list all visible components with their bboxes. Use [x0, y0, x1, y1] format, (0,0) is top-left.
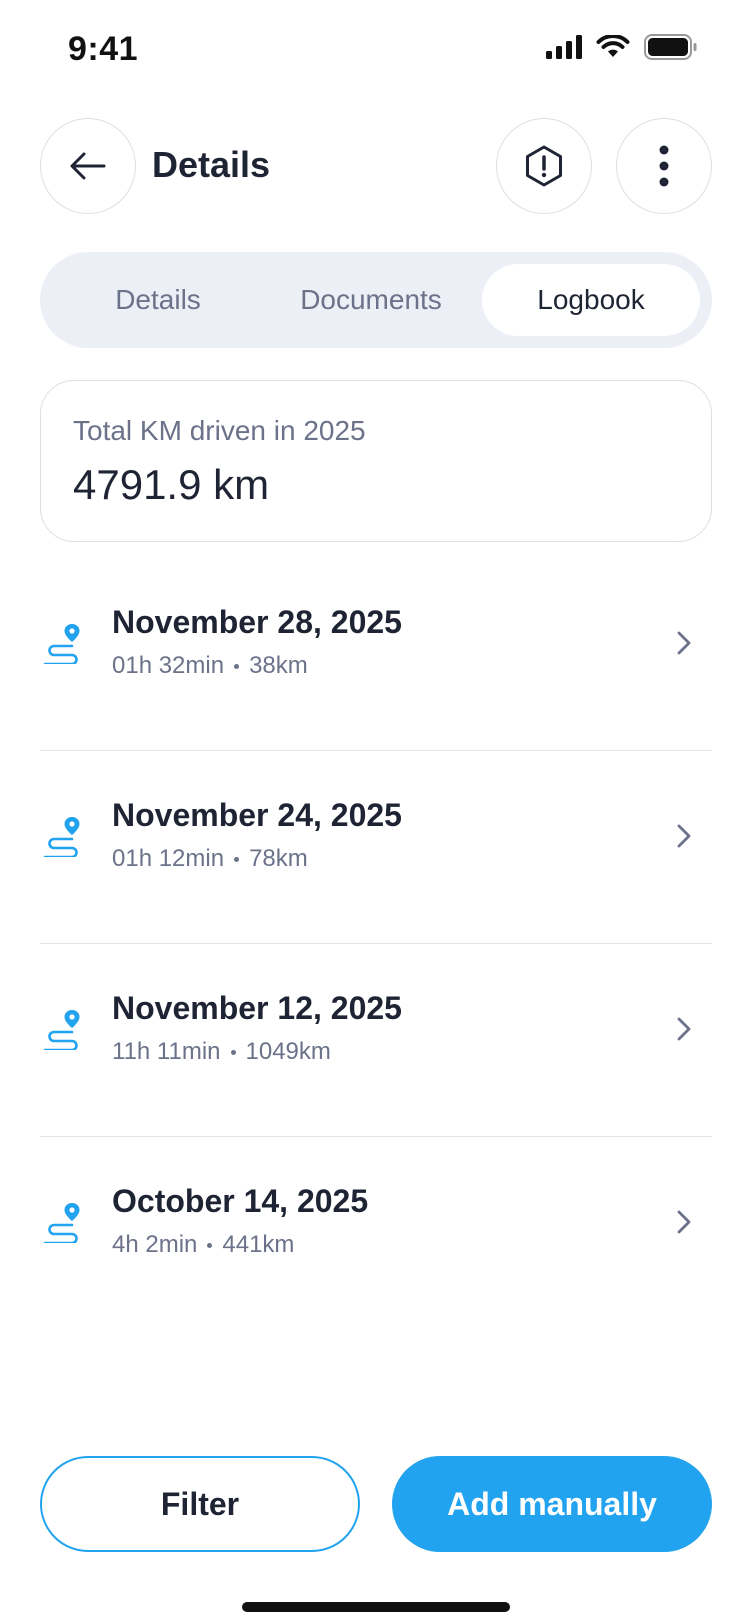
- chevron-right-icon: [677, 1017, 691, 1041]
- separator-dot: [230, 1049, 236, 1055]
- alert-hexagon-icon: [526, 145, 562, 187]
- trip-meta: 11h 11min 1049km: [112, 1038, 331, 1066]
- back-button[interactable]: [40, 118, 136, 214]
- trip-distance: 78km: [249, 845, 308, 872]
- signal-icon: [546, 35, 582, 59]
- tab-logbook[interactable]: Logbook: [482, 264, 700, 336]
- trip-duration: 11h 11min: [112, 1038, 221, 1065]
- chevron-right-icon: [677, 824, 691, 848]
- trip-date: November 12, 2025: [112, 990, 402, 1026]
- report-issue-button[interactable]: [496, 118, 592, 214]
- filter-button[interactable]: Filter: [40, 1456, 360, 1552]
- trip-meta: 4h 2min 441km: [112, 1231, 294, 1259]
- status-bar: 9:41: [0, 0, 750, 100]
- route-pin-icon: [43, 817, 80, 857]
- trip-meta: 01h 12min 78km: [112, 845, 308, 873]
- arrow-left-icon: [70, 152, 106, 180]
- tab-documents[interactable]: Documents: [264, 264, 478, 336]
- status-time: 9:41: [68, 30, 139, 68]
- trip-list-item[interactable]: November 28, 2025 01h 32min 38km: [40, 558, 712, 751]
- tab-details[interactable]: Details: [52, 264, 264, 336]
- battery-icon: [644, 34, 697, 60]
- wifi-icon: [596, 35, 630, 57]
- separator-dot: [234, 856, 240, 862]
- separator-dot: [234, 663, 240, 669]
- chevron-right-icon: [677, 1210, 691, 1234]
- trip-duration: 01h 32min: [112, 652, 225, 679]
- trip-list-item[interactable]: October 14, 2025 4h 2min 441km: [40, 1137, 712, 1330]
- more-vertical-icon: [659, 145, 669, 187]
- trip-list: November 28, 2025 01h 32min 38km Novembe…: [40, 558, 712, 1330]
- bottom-actions: Filter Add manually: [40, 1456, 712, 1552]
- chevron-right-icon: [677, 631, 691, 655]
- page-title: Details: [152, 144, 271, 185]
- header: Details: [40, 118, 712, 214]
- route-pin-icon: [43, 624, 80, 664]
- add-manually-button[interactable]: Add manually: [392, 1456, 712, 1552]
- total-km-value: 4791.9 km: [73, 461, 270, 508]
- trip-duration: 4h 2min: [112, 1231, 198, 1258]
- total-km-label: Total KM driven in 2025: [73, 415, 366, 446]
- segmented-tabs: Details Documents Logbook: [40, 252, 712, 348]
- status-icons: [546, 34, 698, 60]
- trip-list-item[interactable]: November 12, 2025 11h 11min 1049km: [40, 944, 712, 1137]
- trip-distance: 441km: [222, 1231, 295, 1258]
- trip-date: October 14, 2025: [112, 1183, 369, 1219]
- trip-distance: 38km: [249, 652, 308, 679]
- route-pin-icon: [43, 1010, 80, 1050]
- trip-distance: 1049km: [245, 1038, 331, 1065]
- separator-dot: [207, 1242, 213, 1248]
- total-km-card: Total KM driven in 2025 4791.9 km: [40, 380, 712, 542]
- more-options-button[interactable]: [616, 118, 712, 214]
- trip-date: November 24, 2025: [112, 797, 402, 833]
- home-indicator: [242, 1602, 510, 1612]
- trip-duration: 01h 12min: [112, 845, 225, 872]
- trip-list-item[interactable]: November 24, 2025 01h 12min 78km: [40, 751, 712, 944]
- route-pin-icon: [43, 1203, 80, 1243]
- trip-date: November 28, 2025: [112, 604, 402, 640]
- trip-meta: 01h 32min 38km: [112, 652, 308, 680]
